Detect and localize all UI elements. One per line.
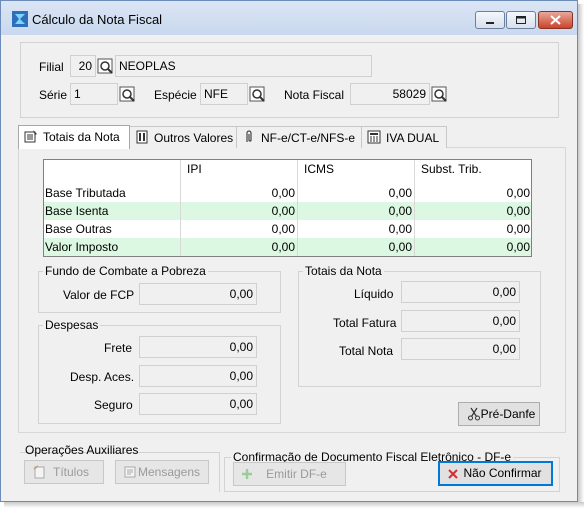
table-row[interactable]: Valor Imposto 0,00 0,00 0,00	[44, 238, 531, 256]
row-label: Base Tributada	[45, 186, 126, 200]
total-nota-field[interactable]: 0,00	[401, 338, 520, 360]
titles-icon	[33, 465, 45, 479]
maximize-button[interactable]	[506, 11, 536, 29]
frete-field[interactable]: 0,00	[139, 336, 257, 358]
tab-label: NF-e/CT-e/NFS-e	[261, 131, 356, 145]
despesas-group-title: Despesas	[43, 318, 101, 332]
row-label: Base Outras	[45, 222, 112, 236]
grid-header-row: IPI ICMS Subst. Trib.	[44, 160, 531, 178]
window-title: Cálculo da Nota Fiscal	[32, 12, 163, 27]
close-icon	[550, 15, 561, 25]
cell-icms: 0,00	[388, 222, 412, 236]
nota-fiscal-label: Nota Fiscal	[284, 88, 345, 102]
table-row[interactable]: Base Tributada 0,00 0,00 0,00	[44, 184, 531, 202]
serie-lookup-icon[interactable]	[119, 84, 137, 104]
tab-label: Totais da Nota	[43, 130, 120, 144]
especie-lookup-icon[interactable]	[249, 84, 267, 104]
cell-ipi: 0,00	[271, 186, 295, 200]
tab-label: IVA DUAL	[386, 131, 440, 145]
calculator-icon	[367, 130, 381, 144]
filial-label: Filial	[39, 60, 64, 74]
cell-ipi: 0,00	[271, 204, 295, 218]
header-panel	[20, 42, 559, 118]
filial-lookup-icon[interactable]	[97, 56, 115, 76]
cell-subst-trib: 0,00	[506, 204, 530, 218]
especie-label: Espécie	[154, 88, 197, 102]
serie-field[interactable]: 1	[70, 83, 118, 105]
calculator-pen-icon	[24, 130, 37, 143]
grid-header-icms: ICMS	[304, 162, 334, 176]
table-row[interactable]: Base Isenta 0,00 0,00 0,00	[44, 202, 531, 220]
tab-iva-dual[interactable]: IVA DUAL	[361, 126, 447, 148]
cell-ipi: 0,00	[271, 222, 295, 236]
seguro-field[interactable]: 0,00	[139, 393, 257, 415]
row-label: Valor Imposto	[45, 240, 119, 254]
frete-label: Frete	[104, 341, 133, 355]
building-icon	[136, 130, 148, 144]
messages-icon	[124, 466, 136, 478]
filial-code-field[interactable]: 20	[70, 55, 96, 77]
totals-grid[interactable]: IPI ICMS Subst. Trib. Base Tributada 0,0…	[43, 159, 532, 257]
cell-icms: 0,00	[388, 204, 412, 218]
minimize-icon	[486, 22, 494, 24]
cell-ipi: 0,00	[271, 240, 295, 254]
nao-confirmar-label: Não Confirmar	[463, 466, 542, 480]
serie-label: Série	[39, 88, 68, 102]
scissors-icon	[468, 407, 480, 421]
cell-subst-trib: 0,00	[506, 186, 530, 200]
column-divider	[297, 160, 298, 256]
total-fatura-field[interactable]: 0,00	[401, 310, 520, 332]
tab-nfe-cte-nfse[interactable]: NF-e/CT-e/NFS-e	[236, 126, 362, 148]
seguro-label: Seguro	[94, 398, 133, 412]
pre-danfe-button[interactable]: Pré-Danfe	[458, 402, 540, 426]
tab-label: Outros Valores	[154, 131, 234, 145]
plus-icon	[242, 469, 252, 479]
emitir-dfe-button[interactable]: Emitir DF-e	[233, 462, 346, 486]
cancel-x-icon	[448, 469, 458, 479]
app-icon	[12, 11, 28, 27]
desp-aces-field[interactable]: 0,00	[139, 365, 257, 387]
nota-fiscal-lookup-icon[interactable]	[431, 84, 449, 104]
tab-outros-valores[interactable]: Outros Valores	[129, 126, 237, 148]
operacoes-group-title: Operações Auxiliares	[25, 443, 139, 457]
valor-fcp-label: Valor de FCP	[63, 288, 135, 302]
total-nota-label: Total Nota	[339, 344, 394, 358]
liquido-label: Líquido	[354, 287, 394, 301]
mensagens-button[interactable]: Mensagens	[115, 460, 209, 484]
total-fatura-label: Total Fatura	[333, 316, 397, 330]
nao-confirmar-button[interactable]: Não Confirmar	[438, 461, 553, 486]
titulos-button[interactable]: Títulos	[24, 460, 104, 484]
filial-name-field: NEOPLAS	[115, 55, 372, 77]
cell-subst-trib: 0,00	[506, 240, 530, 254]
cell-subst-trib: 0,00	[506, 222, 530, 236]
grid-header-ipi: IPI	[187, 162, 202, 176]
valor-fcp-field[interactable]: 0,00	[139, 283, 257, 305]
fcp-group-title: Fundo de Combate a Pobreza	[43, 264, 208, 278]
table-row[interactable]: Base Outras 0,00 0,00 0,00	[44, 220, 531, 238]
cell-icms: 0,00	[388, 240, 412, 254]
row-label: Base Isenta	[45, 204, 109, 218]
minimize-button[interactable]	[475, 11, 505, 29]
column-divider	[180, 160, 181, 256]
maximize-icon	[516, 16, 526, 24]
close-window-button[interactable]	[538, 11, 573, 29]
totais-nota-group-title: Totais da Nota	[303, 264, 384, 278]
nota-fiscal-field[interactable]: 58029	[350, 83, 430, 105]
desp-aces-label: Desp. Aces.	[70, 370, 135, 384]
cell-icms: 0,00	[388, 186, 412, 200]
liquido-field[interactable]: 0,00	[401, 281, 520, 303]
especie-field[interactable]: NFE	[200, 83, 248, 105]
paperclip-icon	[246, 130, 252, 142]
tab-totais-da-nota[interactable]: Totais da Nota	[18, 125, 130, 149]
emitir-dfe-label: Emitir DF-e	[266, 467, 327, 481]
column-divider	[414, 160, 415, 256]
grid-header-subst-trib: Subst. Trib.	[421, 162, 482, 176]
title-bar[interactable]: Cálculo da Nota Fiscal	[1, 1, 577, 35]
